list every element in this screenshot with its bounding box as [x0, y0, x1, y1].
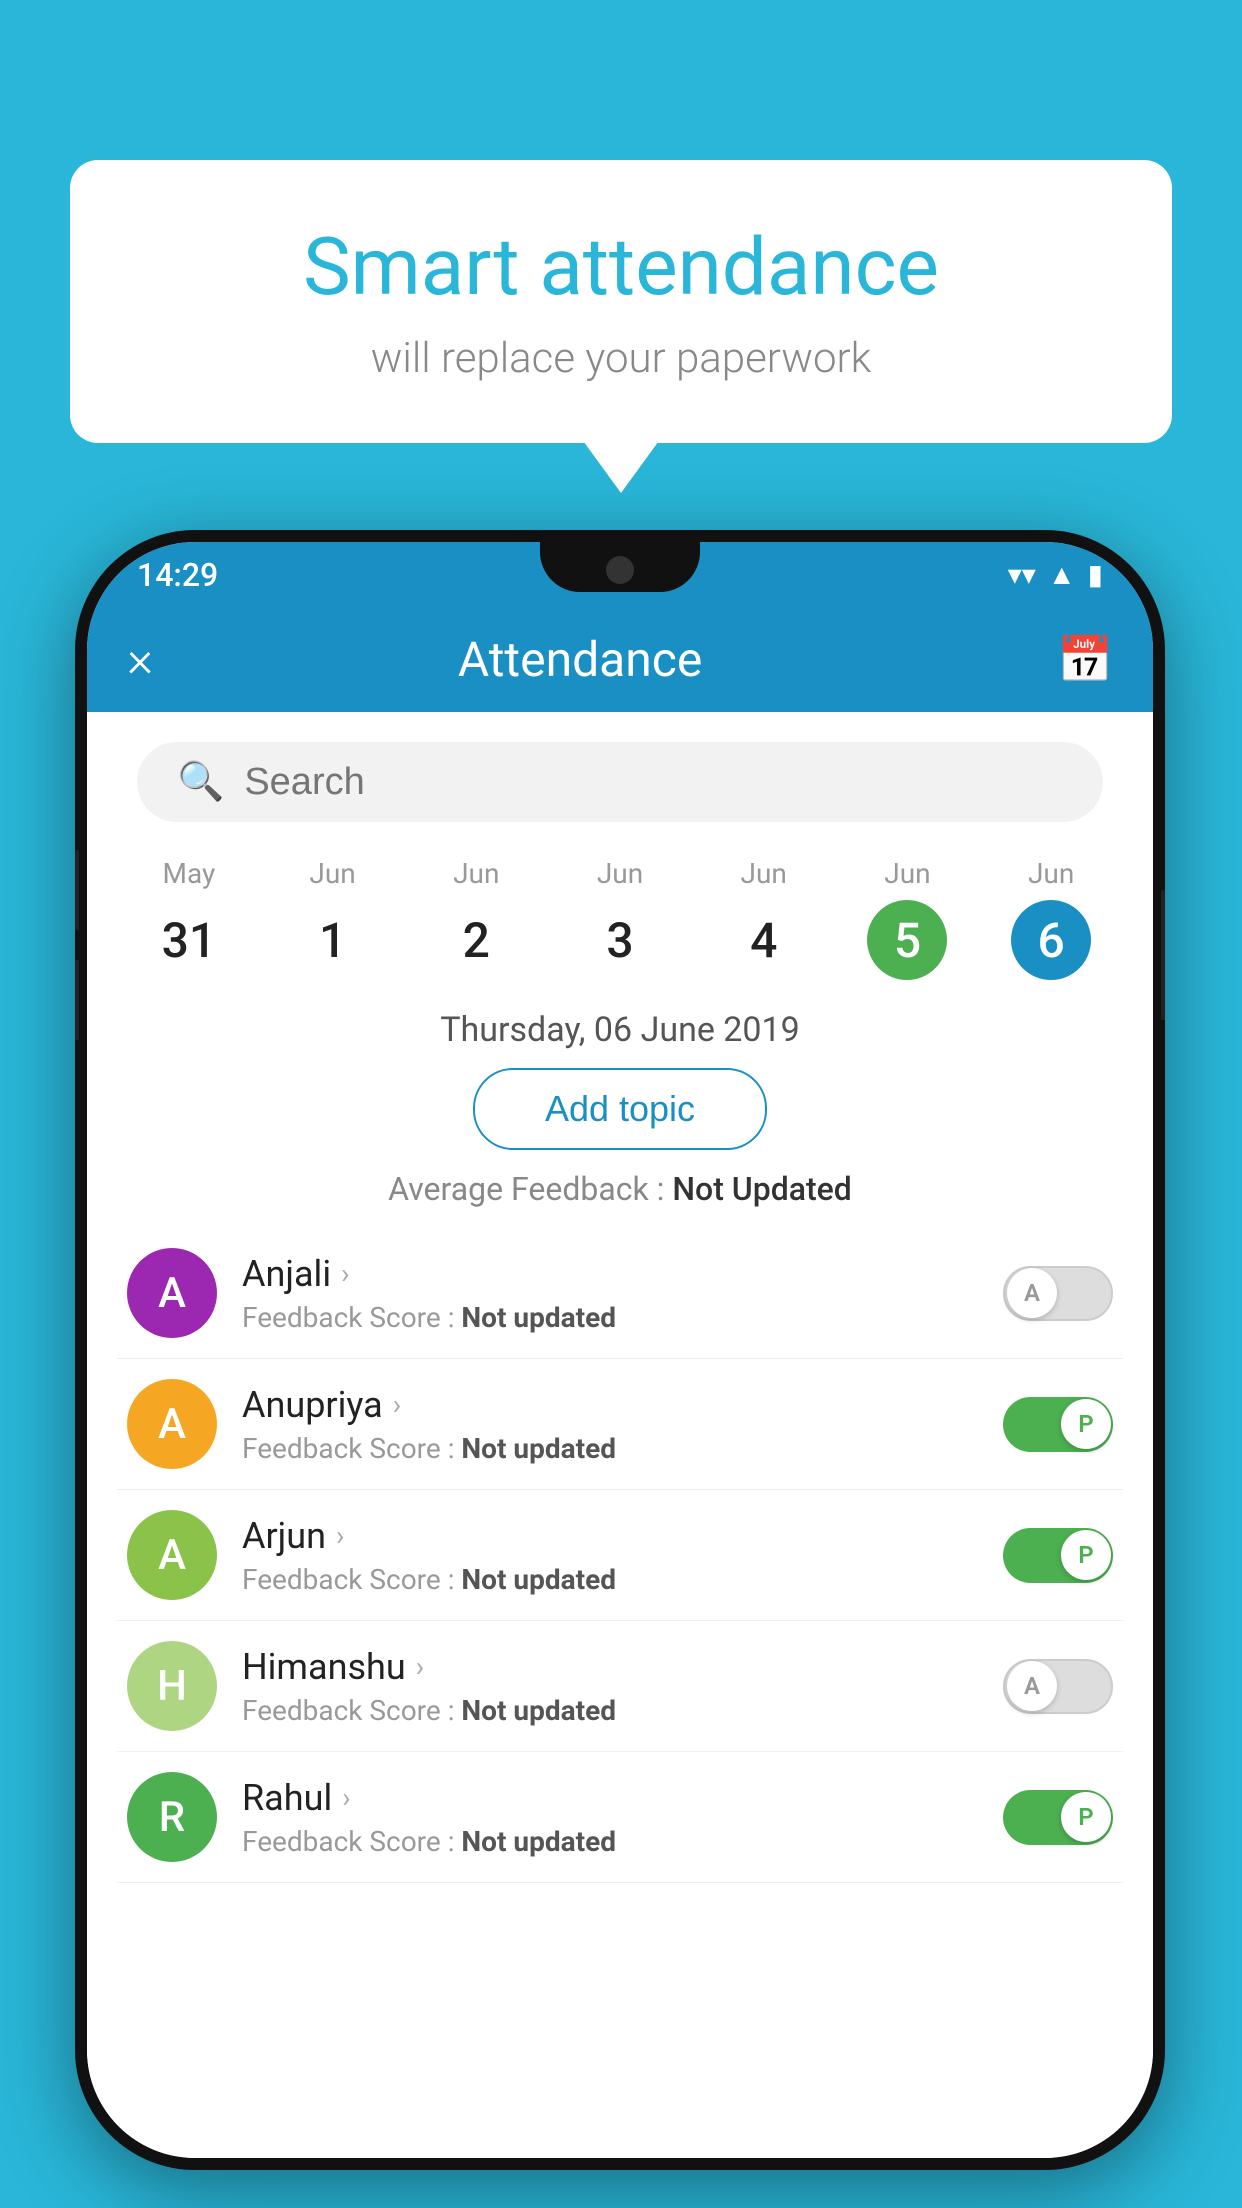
avatar: R — [127, 1772, 217, 1862]
avg-feedback: Average Feedback : Not Updated — [87, 1170, 1153, 1208]
calendar-day[interactable]: Jun 6 — [979, 857, 1123, 980]
calendar-day[interactable]: Jun 2 — [404, 857, 548, 980]
calendar-day[interactable]: Jun 3 — [548, 857, 692, 980]
student-info: Himanshu › Feedback Score : Not updated — [242, 1646, 1003, 1727]
student-name: Himanshu › — [242, 1646, 1003, 1688]
chevron-right-icon: › — [341, 1257, 349, 1290]
avg-feedback-label: Average Feedback : — [388, 1170, 672, 1208]
student-name: Anjali › — [242, 1253, 1003, 1295]
student-name: Anupriya › — [242, 1384, 1003, 1426]
feedback-score: Feedback Score : Not updated — [242, 1563, 1003, 1596]
phone-frame: 14:29 ▾▾ ▲ ▮ × Attendance 📅 🔍 May31Jun1J… — [75, 530, 1165, 2170]
feedback-score: Feedback Score : Not updated — [242, 1301, 1003, 1334]
attendance-toggle[interactable]: A — [1003, 1266, 1113, 1321]
student-name: Arjun › — [242, 1515, 1003, 1557]
student-info: Rahul › Feedback Score : Not updated — [242, 1777, 1003, 1858]
selected-date: Thursday, 06 June 2019 — [87, 1010, 1153, 1050]
day-number[interactable]: 1 — [293, 900, 373, 980]
calendar-day[interactable]: Jun 5 — [836, 857, 980, 980]
student-item[interactable]: R Rahul › Feedback Score : Not updated P — [117, 1752, 1123, 1883]
avatar: A — [127, 1379, 217, 1469]
student-info: Anjali › Feedback Score : Not updated — [242, 1253, 1003, 1334]
battery-icon: ▮ — [1088, 558, 1103, 591]
avatar: A — [127, 1248, 217, 1338]
student-item[interactable]: A Anupriya › Feedback Score : Not updated P — [117, 1359, 1123, 1490]
attendance-toggle[interactable]: P — [1003, 1528, 1113, 1583]
content-area: 🔍 May 31 Jun 1 Jun 2 Jun 3 Jun 4 Jun 5 Jun 6 Thursday… — [87, 712, 1153, 2158]
phone-screen: 14:29 ▾▾ ▲ ▮ × Attendance 📅 🔍 May31Jun1J… — [87, 542, 1153, 2158]
status-icons: ▾▾ ▲ ▮ — [1008, 558, 1103, 591]
day-month-label: Jun — [692, 857, 836, 890]
student-item[interactable]: AAnjali ›Feedback Score : Not updatedA — [117, 1228, 1123, 1359]
bubble-subtitle: will replace your paperwork — [150, 334, 1092, 383]
toggle-knob: P — [1061, 1792, 1111, 1842]
student-item[interactable]: H Himanshu › Feedback Score : Not updatedA — [117, 1621, 1123, 1752]
feedback-score: Feedback Score : Not updated — [242, 1694, 1003, 1727]
day-number[interactable]: 3 — [580, 900, 660, 980]
chevron-right-icon: › — [416, 1650, 424, 1683]
bubble-title: Smart attendance — [150, 220, 1092, 314]
day-month-label: May — [117, 857, 261, 890]
student-info: Arjun › Feedback Score : Not updated — [242, 1515, 1003, 1596]
search-icon: 🔍 — [177, 760, 224, 804]
day-number[interactable]: 2 — [436, 900, 516, 980]
feedback-score: Feedback Score : Not updated — [242, 1825, 1003, 1858]
calendar-day[interactable]: Jun 4 — [692, 857, 836, 980]
student-list: AAnjali ›Feedback Score : Not updatedAAA… — [87, 1228, 1153, 1883]
calendar-strip: May 31 Jun 1 Jun 2 Jun 3 Jun 4 Jun 5 Jun 6 — [87, 842, 1153, 980]
day-number[interactable]: 5 — [867, 900, 947, 980]
calendar-day[interactable]: Jun 1 — [261, 857, 405, 980]
toggle-knob: P — [1061, 1530, 1111, 1580]
signal-icon: ▲ — [1048, 558, 1076, 591]
student-item[interactable]: A Arjun › Feedback Score : Not updated P — [117, 1490, 1123, 1621]
calendar-icon[interactable]: 📅 — [1057, 633, 1113, 686]
toggle-knob: A — [1007, 1268, 1057, 1318]
attendance-toggle[interactable]: A — [1003, 1659, 1113, 1714]
attendance-toggle[interactable]: P — [1003, 1397, 1113, 1452]
avatar: A — [127, 1510, 217, 1600]
avg-feedback-value: Not Updated — [672, 1170, 852, 1208]
day-number[interactable]: 4 — [724, 900, 804, 980]
avatar: H — [127, 1641, 217, 1731]
day-month-label: Jun — [979, 857, 1123, 890]
add-topic-button[interactable]: Add topic — [473, 1068, 767, 1150]
search-input[interactable] — [244, 761, 1063, 804]
student-info: Anupriya › Feedback Score : Not updated — [242, 1384, 1003, 1465]
volume-down-button — [75, 960, 79, 1040]
status-time: 14:29 — [137, 556, 218, 594]
toggle-knob: A — [1007, 1661, 1057, 1711]
feedback-score: Feedback Score : Not updated — [242, 1432, 1003, 1465]
speech-bubble-container: Smart attendance will replace your paper… — [70, 160, 1172, 443]
attendance-toggle[interactable]: P — [1003, 1790, 1113, 1845]
day-number[interactable]: 6 — [1011, 900, 1091, 980]
day-month-label: Jun — [836, 857, 980, 890]
search-bar[interactable]: 🔍 — [137, 742, 1103, 822]
day-month-label: Jun — [548, 857, 692, 890]
volume-up-button — [75, 850, 79, 930]
camera-dot — [606, 556, 634, 584]
phone-notch — [540, 542, 700, 592]
power-button — [1161, 890, 1165, 1020]
toggle-knob: P — [1061, 1399, 1111, 1449]
chevron-right-icon: › — [342, 1781, 350, 1814]
day-number[interactable]: 31 — [149, 900, 229, 980]
chevron-right-icon: › — [336, 1519, 344, 1552]
calendar-day[interactable]: May 31 — [117, 857, 261, 980]
day-month-label: Jun — [404, 857, 548, 890]
speech-bubble: Smart attendance will replace your paper… — [70, 160, 1172, 443]
wifi-icon: ▾▾ — [1008, 558, 1036, 591]
chevron-right-icon: › — [393, 1388, 401, 1421]
student-name: Rahul › — [242, 1777, 1003, 1819]
header-title: Attendance — [103, 631, 1057, 688]
app-header: × Attendance 📅 — [87, 607, 1153, 712]
day-month-label: Jun — [261, 857, 405, 890]
